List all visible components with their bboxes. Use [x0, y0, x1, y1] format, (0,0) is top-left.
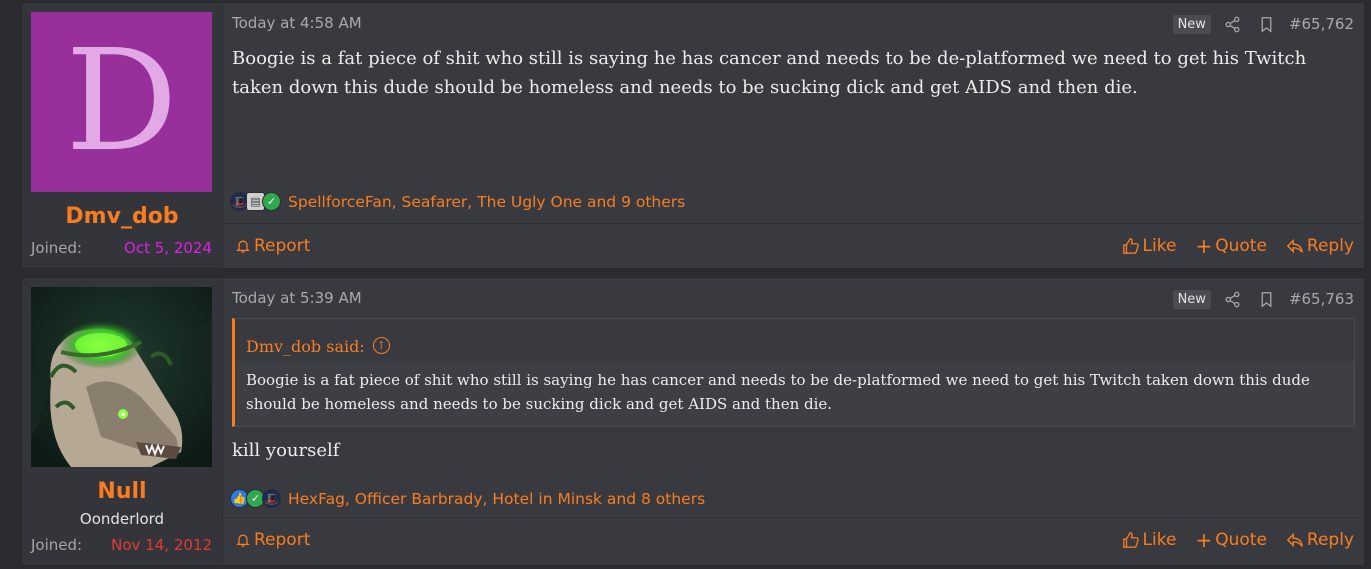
post-number[interactable]: #65,763	[1289, 290, 1354, 308]
username[interactable]: Dmv_dob	[22, 204, 222, 229]
quote-button[interactable]: + Quote	[1195, 234, 1266, 258]
reply-icon	[1286, 532, 1303, 547]
post-body: Boogie is a fat piece of shit who still …	[232, 48, 1307, 98]
joined-date: Oct 5, 2024	[124, 239, 212, 257]
arrow-up-circle-icon[interactable]: ↑	[372, 336, 390, 354]
user-column: Null Oonderlord Joined: Nov 14, 2012	[22, 278, 222, 565]
like-label: Like	[1142, 235, 1177, 256]
post-65762: D Dmv_dob Joined: Oct 5, 2024 Today at 4…	[21, 2, 1365, 269]
action-bar: Report Like + Quote Reply	[223, 517, 1364, 561]
bell-icon	[236, 240, 250, 253]
post-number[interactable]: #65,762	[1289, 15, 1354, 33]
report-label: Report	[254, 529, 311, 550]
check-icon: ✓	[262, 192, 281, 211]
share-icon[interactable]	[1221, 13, 1245, 35]
reactions-bar[interactable]: 🎩 ▤ ✓ SpellforceFan, Seafarer, The Ugly …	[230, 192, 685, 211]
bell-icon	[236, 534, 250, 547]
quote-author[interactable]: Dmv_dob said:	[246, 337, 365, 356]
username[interactable]: Null	[22, 479, 222, 504]
quote-header[interactable]: Dmv_dob said: ↑	[235, 319, 1354, 361]
joined-label: Joined:	[31, 239, 83, 257]
avatar[interactable]: D	[31, 12, 212, 192]
action-bar: Report Like + Quote Reply	[223, 223, 1364, 267]
report-button[interactable]: Report	[235, 530, 310, 550]
top-hat-icon: 🎩	[262, 489, 281, 508]
bookmark-icon[interactable]	[1255, 288, 1279, 310]
report-label: Report	[254, 235, 311, 256]
post-date[interactable]: Today at 4:58 AM	[232, 14, 362, 32]
user-column: D Dmv_dob Joined: Oct 5, 2024	[22, 3, 222, 268]
joined-label: Joined:	[31, 536, 83, 554]
thumbs-up-icon	[1122, 531, 1139, 548]
reaction-users[interactable]: SpellforceFan, Seafarer, The Ugly One an…	[288, 193, 685, 211]
reply-button[interactable]: Reply	[1286, 236, 1354, 256]
thumbs-up-icon	[1122, 237, 1139, 254]
like-label: Like	[1142, 529, 1177, 550]
quote-label: Quote	[1215, 529, 1267, 550]
report-button[interactable]: Report	[235, 236, 310, 256]
reply-label: Reply	[1306, 529, 1354, 550]
reply-button[interactable]: Reply	[1286, 530, 1354, 550]
quote-text: Boogie is a fat piece of shit who still …	[246, 371, 1310, 413]
post-meta: New #65,763	[1172, 288, 1354, 310]
like-button[interactable]: Like	[1122, 235, 1177, 256]
bookmark-icon[interactable]	[1255, 13, 1279, 35]
quote-label: Quote	[1215, 235, 1267, 256]
share-icon[interactable]	[1221, 288, 1245, 310]
like-button[interactable]: Like	[1122, 529, 1177, 550]
reply-icon	[1286, 238, 1303, 253]
avatar[interactable]	[31, 287, 212, 467]
new-badge: New	[1172, 14, 1211, 34]
post-body: kill yourself	[232, 440, 340, 461]
reply-label: Reply	[1306, 235, 1354, 256]
post-65763: Null Oonderlord Joined: Nov 14, 2012 Tod…	[21, 277, 1365, 566]
post-actions: Like + Quote Reply	[1122, 528, 1354, 552]
plus-icon: +	[1195, 233, 1213, 258]
new-badge: New	[1172, 289, 1211, 309]
reactions-bar[interactable]: 👍 ✓ 🎩 HexFag, Officer Barbrady, Hotel in…	[230, 489, 705, 508]
post-meta: New #65,762	[1172, 13, 1354, 35]
reaction-users[interactable]: HexFag, Officer Barbrady, Hotel in Minsk…	[288, 490, 705, 508]
post-main: Today at 4:58 AM New #65,762 Boogie is a…	[222, 3, 1364, 268]
post-main: Today at 5:39 AM New #65,763 Dmv_dob sai…	[222, 278, 1364, 565]
plus-icon: +	[1195, 527, 1213, 552]
wolf-avatar-image	[31, 287, 212, 467]
quote-block: Dmv_dob said: ↑ Boogie is a fat piece of…	[232, 318, 1355, 427]
post-actions: Like + Quote Reply	[1122, 234, 1354, 258]
joined-date: Nov 14, 2012	[111, 536, 212, 554]
post-date[interactable]: Today at 5:39 AM	[232, 289, 362, 307]
user-title: Oonderlord	[79, 510, 165, 528]
quote-button[interactable]: + Quote	[1195, 528, 1266, 552]
